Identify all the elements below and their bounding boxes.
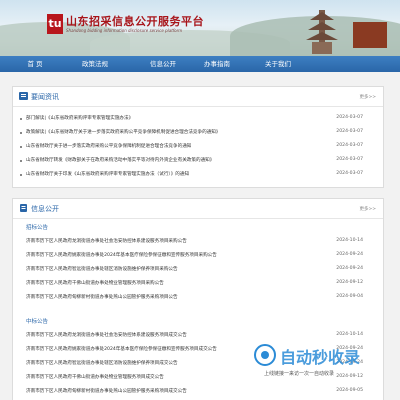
bullet-icon [20, 174, 22, 176]
bullet-icon [20, 118, 22, 120]
info-panel-header: 信息公开 更多>> [13, 199, 383, 219]
bid-item-title[interactable]: 济南市历下区人民政府千佛山街道办事处物业管理服务项目采购公告 [26, 280, 164, 286]
bid-item-date: 2024-10-14 [336, 238, 363, 243]
news-item-date: 2024-03-07 [336, 171, 363, 176]
bid-item-title[interactable]: 济南市历下区人民政府姚家街道办事处2024年基本医疗保险参保征缴和宣传服务项目采… [26, 252, 217, 258]
nav-about[interactable]: 关于我们 [243, 56, 313, 72]
list-item[interactable]: 部门解读|《山东省政府采购评审专家管理实施办法》 2024-03-07 [13, 114, 383, 126]
document-icon [20, 204, 27, 212]
news-item-title[interactable]: 山东省财政厅关于进一步落实政府采购公平竞争保障机制促进合理合法竞争的通知 [26, 143, 191, 149]
site-logo[interactable]: tu [47, 14, 63, 34]
header-banner: tu 山东招采信息公开服务平台 Shandong bidding informa… [0, 0, 400, 56]
watermark-subtitle: 上线链接一来访一次一自动收录 [264, 371, 335, 377]
watermark: 自动秒收录 上线链接一来访一次一自动收录 [250, 340, 400, 400]
win-item-title[interactable]: 济南市历下区人民政府姚家街道办事处2024年基本医疗保险参保征缴和宣传服务项目成… [26, 346, 217, 352]
bid-item-title[interactable]: 济南市历下区人民政府龙洞街道办事处社会治安防控体系建设服务项目采购公告 [26, 238, 187, 244]
site-title[interactable]: 山东招采信息公开服务平台 [66, 13, 204, 29]
list-item[interactable]: 山东省财政厅关于进一步落实政府采购公平竞争保障机制促进合理合法竞争的通知 202… [13, 142, 383, 154]
list-item[interactable]: 山东省财政厅转发《财政部关于在政府采购活动中落实平等对待内外资企业有关政策的通知… [13, 156, 383, 168]
table-row[interactable]: 济南市历下区人民政府龙洞街道办事处社会治安防控体系建设服务项目采购公告 2024… [13, 237, 383, 249]
bullet-icon [20, 132, 22, 134]
news-more-link[interactable]: 更多>> [359, 94, 376, 100]
bid-item-title[interactable]: 济南市历下区人民政府甸柳新村街道办事处燕山公园管护服务采购项目公告 [26, 294, 178, 300]
news-icon [19, 92, 28, 100]
watermark-logo-dot [261, 351, 269, 359]
win-item-title[interactable]: 济南市历下区人民政府千佛山街道办事处物业管理服务项目成交公告 [26, 374, 164, 380]
news-item-title[interactable]: 部门解读|《山东省政府采购评审专家管理实施办法》 [26, 115, 133, 121]
news-panel-header: 要闻资讯 更多>> [13, 87, 383, 107]
info-panel-title: 信息公开 [31, 205, 59, 213]
tab-win-announcements[interactable]: 中标公告 [26, 317, 48, 325]
info-more-link[interactable]: 更多>> [359, 206, 376, 212]
nav-guide[interactable]: 办事指南 [182, 56, 252, 72]
win-item-title[interactable]: 济南市历下区人民政府甸柳新村街道办事处燕山公园管护服务采购项目成交公告 [26, 388, 187, 394]
bid-item-date: 2024-09-04 [336, 294, 363, 299]
bid-item-title[interactable]: 济南市历下区人民政府智远街道办事处辖区消防设施维护保养项目采购公告 [26, 266, 178, 272]
table-row[interactable]: 济南市历下区人民政府姚家街道办事处2024年基本医疗保险参保征缴和宣传服务项目采… [13, 251, 383, 263]
win-item-title[interactable]: 济南市历下区人民政府智远街道办事处辖区消防设施维护保养项目成交公告 [26, 360, 178, 366]
news-panel: 要闻资讯 更多>> 部门解读|《山东省政府采购评审专家管理实施办法》 2024-… [12, 86, 384, 188]
nav-policy[interactable]: 政策法规 [60, 56, 130, 72]
news-item-title[interactable]: 山东省财政厅关于印发《山东省政府采购评审专家管理实施办法（试行）》的通知 [26, 171, 189, 177]
list-item[interactable]: 山东省财政厅关于印发《山东省政府采购评审专家管理实施办法（试行）》的通知 202… [13, 170, 383, 182]
pagoda-icon [306, 10, 338, 54]
table-row[interactable]: 济南市历下区人民政府智远街道办事处辖区消防设施维护保养项目采购公告 2024-0… [13, 265, 383, 277]
news-item-title[interactable]: 山东省财政厅转发《财政部关于在政府采购活动中落实平等对待内外资企业有关政策的通知… [26, 157, 214, 163]
bid-item-date: 2024-09-12 [336, 280, 363, 285]
bullet-icon [20, 146, 22, 148]
list-item[interactable]: 政策解读|《山东省财政厅关于进一步落实政府采购公平竞争保障机制促进合理合法竞争的… [13, 128, 383, 140]
site-subtitle: Shandong bidding information disclosure … [66, 28, 183, 33]
main-nav: 首 页 政策法规 信息公开 办事指南 关于我们 [0, 56, 400, 72]
news-item-date: 2024-03-07 [336, 143, 363, 148]
header-decoration [353, 22, 387, 48]
win-item-date: 2024-10-14 [336, 332, 363, 337]
bid-item-date: 2024-09-24 [336, 252, 363, 257]
watermark-title: 自动秒收录 [280, 348, 361, 367]
tab-bid-announcements[interactable]: 招标公告 [26, 223, 48, 231]
watermark-logo-icon [254, 344, 276, 366]
news-item-date: 2024-03-07 [336, 157, 363, 162]
bullet-icon [20, 160, 22, 162]
news-item-date: 2024-03-07 [336, 129, 363, 134]
table-row[interactable]: 济南市历下区人民政府甸柳新村街道办事处燕山公园管护服务采购项目公告 2024-0… [13, 293, 383, 305]
bid-item-date: 2024-09-24 [336, 266, 363, 271]
news-item-title[interactable]: 政策解读|《山东省财政厅关于进一步落实政府采购公平竞争保障机制促进合理合法竞争的… [26, 129, 221, 135]
news-panel-title: 要闻资讯 [31, 93, 59, 101]
news-item-date: 2024-03-07 [336, 115, 363, 120]
table-row[interactable]: 济南市历下区人民政府千佛山街道办事处物业管理服务项目采购公告 2024-09-1… [13, 279, 383, 291]
win-item-title[interactable]: 济南市历下区人民政府龙洞街道办事处社会治安防控体系建设服务项目成交公告 [26, 332, 187, 338]
